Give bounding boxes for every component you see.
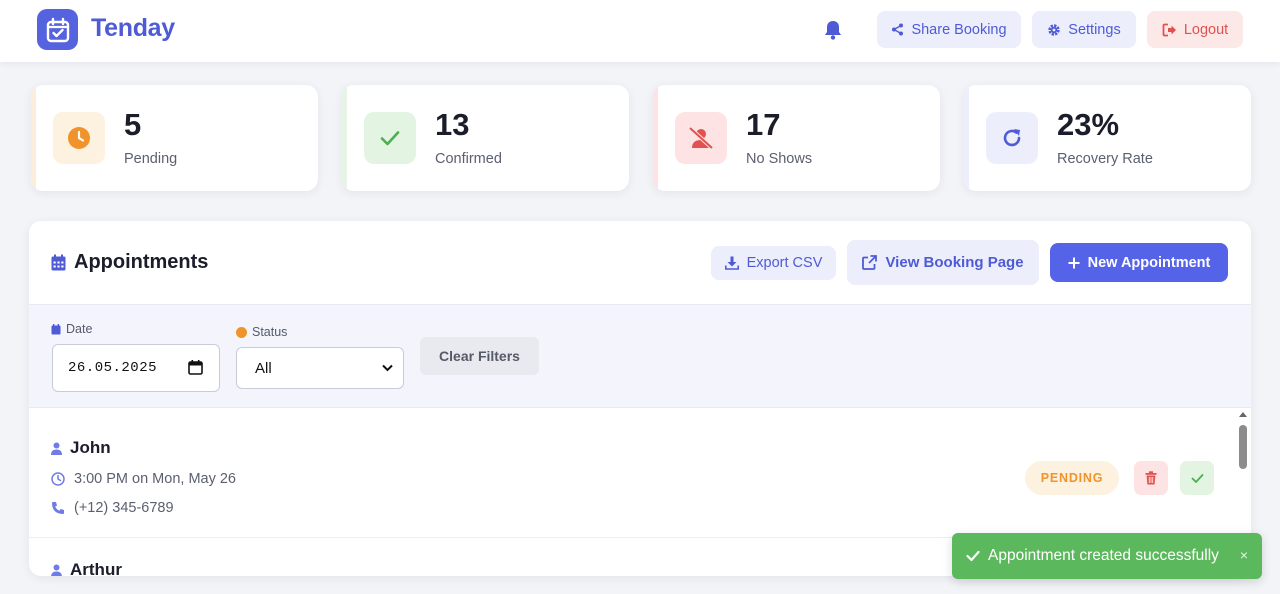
stat-label: Pending xyxy=(124,151,178,167)
plus-icon xyxy=(1068,257,1080,268)
sign-out-icon xyxy=(1162,23,1176,36)
status-filter-label: Status xyxy=(236,325,287,339)
appointment-time: 3:00 PM on Mon, May 26 xyxy=(51,471,236,487)
delete-appointment-button[interactable] xyxy=(1134,461,1168,495)
user-icon xyxy=(51,442,62,455)
status-filter-value: All xyxy=(255,359,272,377)
status-dot-icon xyxy=(236,326,247,338)
stat-accent xyxy=(342,85,347,191)
date-filter-label: Date xyxy=(51,322,92,336)
date-filter-value: 26.05.2025 xyxy=(68,360,158,376)
scrollbar-thumb[interactable] xyxy=(1239,425,1247,469)
check-icon xyxy=(364,112,416,164)
share-booking-button[interactable]: Share Booking xyxy=(877,11,1021,48)
clear-filters-button[interactable]: Clear Filters xyxy=(420,337,539,375)
appointment-name-text: Arthur xyxy=(70,560,122,576)
export-csv-label: Export CSV xyxy=(746,255,823,271)
export-csv-button[interactable]: Export CSV xyxy=(711,246,836,280)
view-booking-page-button[interactable]: View Booking Page xyxy=(847,240,1039,285)
calendar-icon xyxy=(51,323,61,334)
stat-card-confirmed: 13 Confirmed xyxy=(342,85,629,191)
check-icon xyxy=(966,550,980,562)
stat-value: 5 xyxy=(124,107,142,142)
stat-card-recovery-rate: 23% Recovery Rate xyxy=(964,85,1251,191)
appointment-phone: (+12) 345-6789 xyxy=(51,500,174,516)
phone-icon xyxy=(52,502,64,514)
share-booking-label: Share Booking xyxy=(911,21,1007,38)
user-slash-icon xyxy=(675,112,727,164)
brand-name[interactable]: Tenday xyxy=(91,14,175,43)
user-icon xyxy=(51,564,62,576)
settings-button[interactable]: Settings xyxy=(1032,11,1136,48)
stat-card-pending: 5 Pending xyxy=(31,85,318,191)
appointment-name: John xyxy=(51,438,111,458)
trash-icon xyxy=(1145,471,1157,485)
toast-close-button[interactable]: × xyxy=(1240,547,1248,563)
appointment-phone-text: (+12) 345-6789 xyxy=(74,500,174,516)
stat-label: No Shows xyxy=(746,151,813,167)
appointment-name-text: John xyxy=(70,438,111,457)
chevron-down-icon xyxy=(382,364,393,372)
status-filter-select[interactable]: All xyxy=(236,347,404,389)
logout-label: Logout xyxy=(1183,21,1229,38)
stat-label: Confirmed xyxy=(435,151,502,167)
calendar-picker-icon[interactable] xyxy=(188,360,203,375)
stat-label: Recovery Rate xyxy=(1057,151,1153,167)
success-toast: Appointment created successfully × xyxy=(952,533,1262,579)
external-link-icon xyxy=(862,255,878,270)
status-filter-label-text: Status xyxy=(252,325,288,339)
status-badge: PENDING xyxy=(1025,461,1119,495)
stat-value: 17 xyxy=(746,107,781,142)
scroll-up-arrow[interactable] xyxy=(1239,412,1247,417)
stat-value: 23% xyxy=(1057,107,1120,142)
bell-icon[interactable] xyxy=(823,19,843,41)
filter-bar: Date 26.05.2025 Status All Clear Filters xyxy=(29,304,1251,408)
appointment-time-text: 3:00 PM on Mon, May 26 xyxy=(74,471,236,487)
gear-icon xyxy=(1048,23,1060,36)
download-icon xyxy=(724,256,739,270)
appointments-panel: Appointments Export CSV View Booking Pag… xyxy=(29,221,1251,576)
clock-icon xyxy=(53,112,105,164)
appointment-row[interactable]: John 3:00 PM on Mon, May 26 (+12) 345-67… xyxy=(29,409,1237,538)
stat-accent xyxy=(964,85,969,191)
confirm-appointment-button[interactable] xyxy=(1180,461,1214,495)
top-navbar: Tenday Share Booking Settings Logout xyxy=(0,0,1280,62)
stat-accent xyxy=(653,85,658,191)
redo-icon xyxy=(986,112,1038,164)
stat-accent xyxy=(31,85,36,191)
share-icon xyxy=(892,23,904,36)
appointments-title-text: Appointments xyxy=(74,251,209,273)
date-filter-label-text: Date xyxy=(66,322,93,336)
logout-button[interactable]: Logout xyxy=(1147,11,1243,48)
calendar-icon xyxy=(51,254,66,271)
calendar-check-logo-icon[interactable] xyxy=(37,9,78,50)
new-appointment-label: New Appointment xyxy=(1087,254,1211,271)
stat-value: 13 xyxy=(435,107,470,142)
toast-message: Appointment created successfully xyxy=(988,547,1219,564)
view-booking-page-label: View Booking Page xyxy=(885,254,1024,271)
appointment-name: Arthur xyxy=(51,560,122,576)
new-appointment-button[interactable]: New Appointment xyxy=(1050,243,1228,282)
check-icon xyxy=(1191,473,1203,483)
stat-card-no-shows: 17 No Shows xyxy=(653,85,940,191)
settings-label: Settings xyxy=(1068,21,1121,38)
appointments-title: Appointments xyxy=(51,251,208,274)
clock-icon xyxy=(51,472,65,486)
date-filter-input[interactable]: 26.05.2025 xyxy=(52,344,220,392)
